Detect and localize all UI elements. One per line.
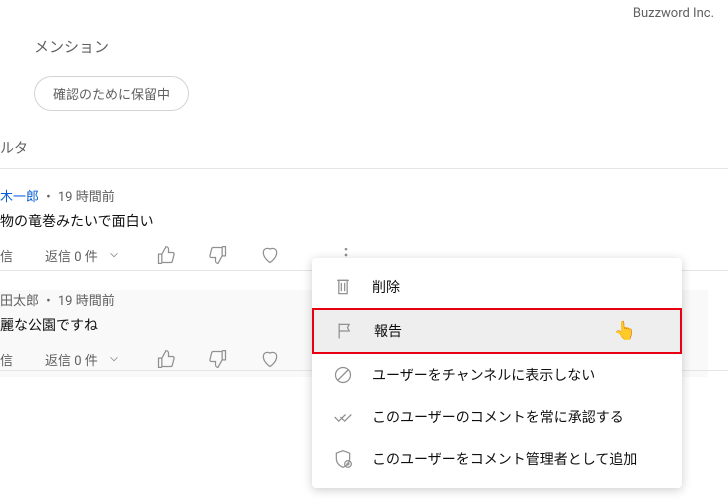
trash-icon <box>332 276 354 298</box>
menu-item-label: 削除 <box>372 277 400 297</box>
meta-separator: • <box>46 294 50 309</box>
divider <box>0 168 728 169</box>
shield-add-icon <box>332 448 354 470</box>
menu-item-hide-user[interactable]: ユーザーをチャンネルに表示しない <box>312 354 682 396</box>
menu-item-always-approve[interactable]: このユーザーのコメントを常に承認する <box>312 396 682 438</box>
comment-item: 木一郎 • 19 時間前 物の竜巻みたいで面白い 信 返信 0 件 <box>0 186 708 265</box>
menu-item-label: ユーザーをチャンネルに表示しない <box>372 365 595 385</box>
replies-count-label: 返信 0 件 <box>45 350 98 369</box>
heart-icon[interactable] <box>260 245 280 265</box>
comment-author[interactable]: 田太郎 <box>0 294 39 309</box>
menu-item-label: 報告 <box>374 321 402 341</box>
filter-label: ルタ <box>0 138 28 158</box>
comment-time: 19 時間前 <box>58 190 115 205</box>
comment-body: 物の竜巻みたいで面白い <box>0 211 708 231</box>
replies-count[interactable]: 返信 0 件 <box>45 349 124 369</box>
status-pill[interactable]: 確認のために保留中 <box>34 76 189 111</box>
chevron-down-icon <box>104 349 124 369</box>
menu-item-add-moderator[interactable]: このユーザーをコメント管理者として追加 <box>312 438 682 480</box>
replies-count-label: 返信 0 件 <box>45 246 98 265</box>
flag-icon <box>334 320 356 342</box>
cursor-icon: 👆 <box>614 321 636 342</box>
thumbs-up-icon[interactable] <box>156 245 176 265</box>
brand-label: Buzzword Inc. <box>633 6 714 21</box>
reply-button[interactable]: 信 <box>0 246 13 265</box>
tab-mention[interactable]: メンション <box>34 36 109 57</box>
comment-author[interactable]: 木一郎 <box>0 190 39 205</box>
more-options-menu: 削除 報告 👆 ユーザーをチャンネルに表示しない このユーザーのコメントを常に承… <box>312 258 682 488</box>
thumbs-up-icon[interactable] <box>156 349 176 369</box>
heart-icon[interactable] <box>260 349 280 369</box>
comment-time: 19 時間前 <box>58 294 115 309</box>
menu-item-label: このユーザーのコメントを常に承認する <box>372 407 624 427</box>
reply-button[interactable]: 信 <box>0 350 13 369</box>
comment-meta: 木一郎 • 19 時間前 <box>0 186 708 205</box>
menu-item-delete[interactable]: 削除 <box>312 266 682 308</box>
check-all-icon <box>332 406 354 428</box>
thumbs-down-icon[interactable] <box>208 349 228 369</box>
replies-count[interactable]: 返信 0 件 <box>45 245 124 265</box>
block-icon <box>332 364 354 386</box>
menu-item-label: このユーザーをコメント管理者として追加 <box>372 449 637 469</box>
menu-item-report[interactable]: 報告 👆 <box>312 308 682 354</box>
meta-separator: • <box>46 190 50 205</box>
chevron-down-icon <box>104 245 124 265</box>
thumbs-down-icon[interactable] <box>208 245 228 265</box>
